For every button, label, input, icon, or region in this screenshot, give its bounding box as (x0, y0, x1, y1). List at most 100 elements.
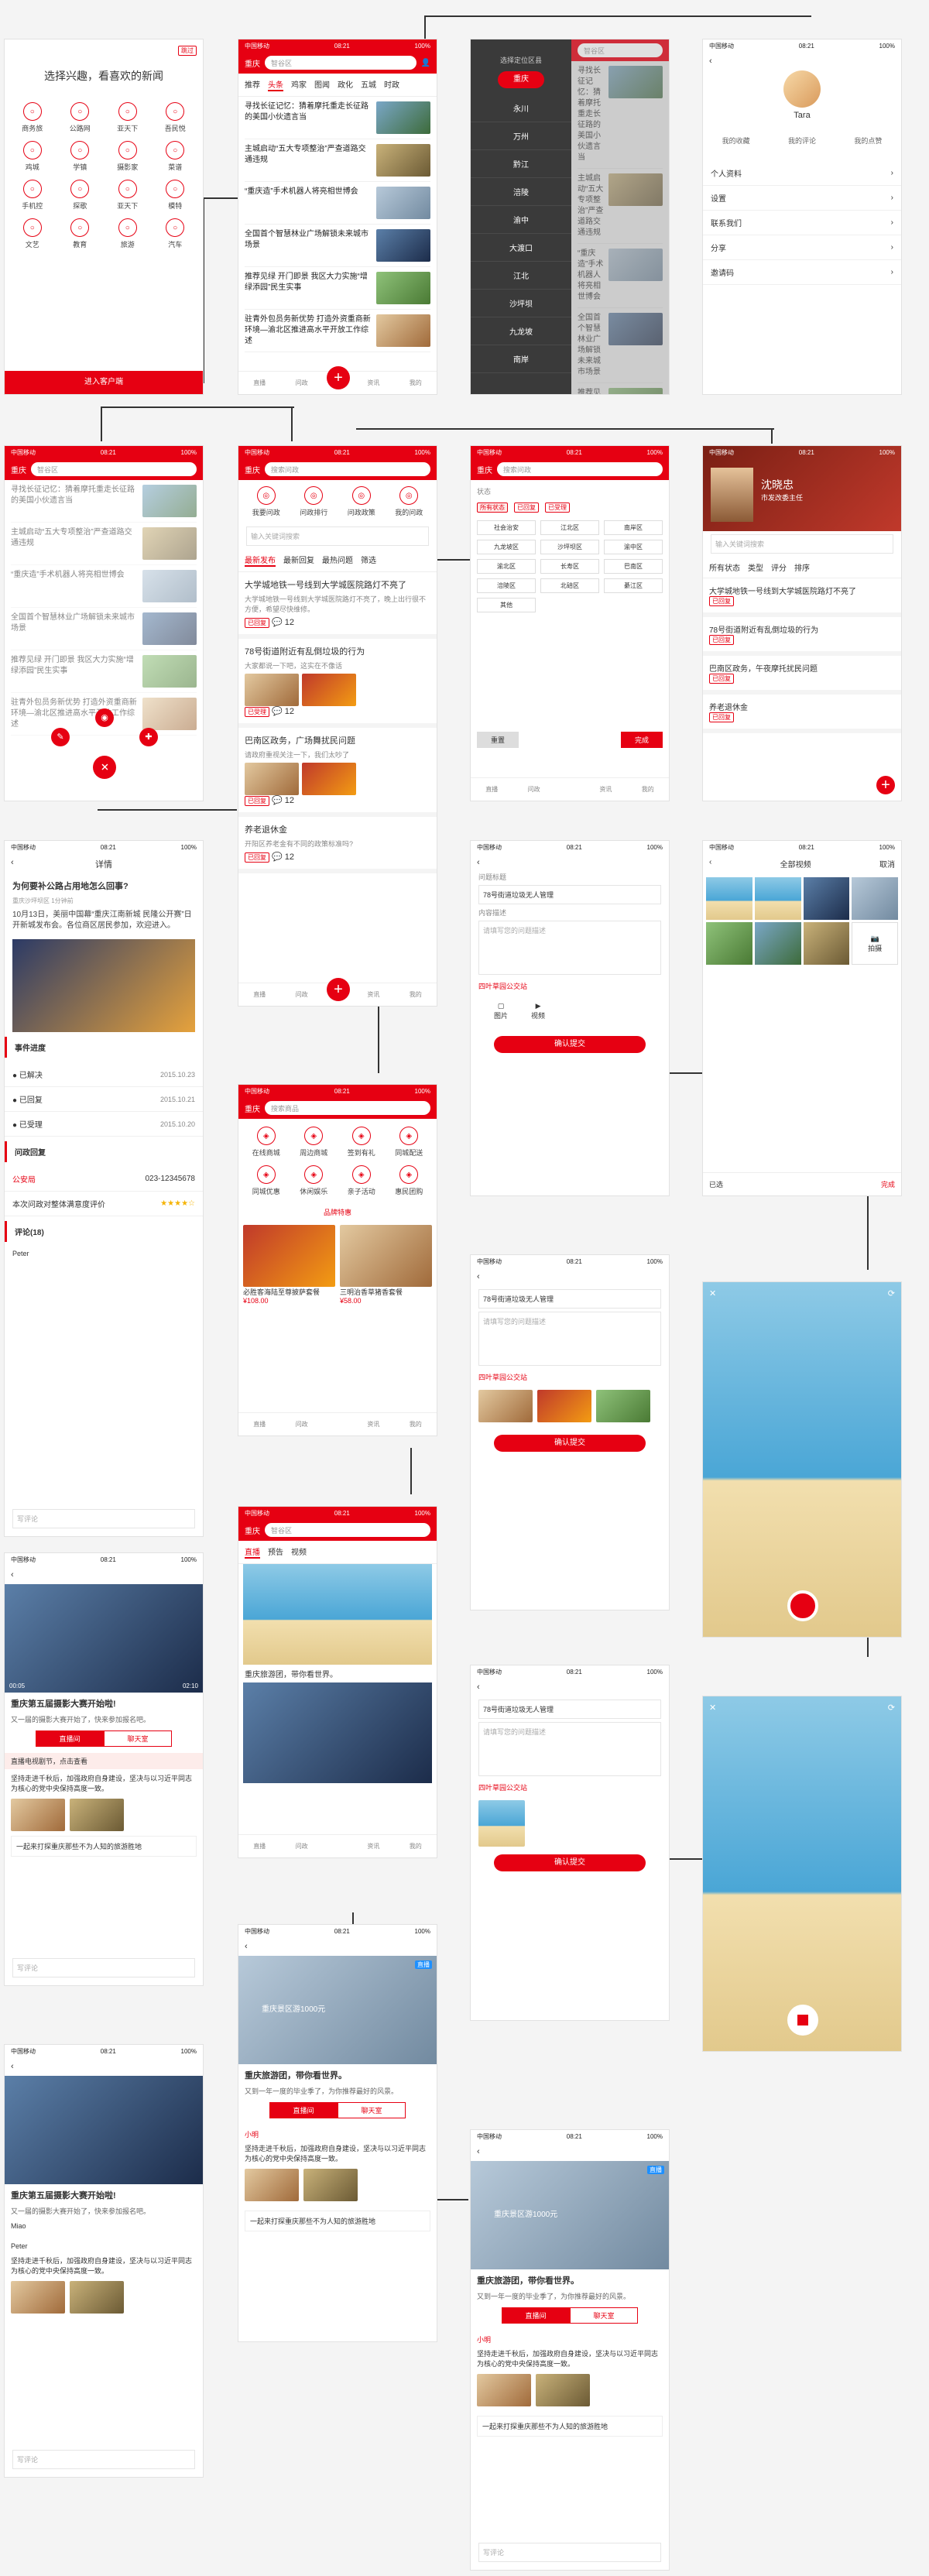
reset-button[interactable]: 重置 (477, 732, 519, 748)
submit-button[interactable]: 确认提交 (494, 1854, 646, 1871)
post-item[interactable]: 78号街道附近有乱倒垃圾的行为 大家都说一下吧，这实在不像话 已受理 💬 12 (238, 639, 437, 728)
shop-category[interactable]: ◈ 同城配送 (389, 1127, 430, 1158)
state-option[interactable]: 所有状态 (477, 503, 508, 513)
add-button[interactable]: + (327, 366, 350, 389)
menu-item[interactable]: 联系我们 › (703, 211, 901, 235)
menu-item[interactable]: 分享 › (703, 235, 901, 260)
category-item[interactable]: ◎ 我的问政 (389, 486, 430, 517)
post-item[interactable]: 巴南区政务，午夜摩托扰民问题 已回复 (703, 656, 901, 695)
filter-tab[interactable]: 最新发布 (245, 554, 276, 567)
back-icon[interactable]: ‹ (11, 858, 14, 867)
back-icon[interactable]: ‹ (709, 858, 711, 870)
camera-icon[interactable]: ◉ (95, 708, 114, 727)
search-input[interactable]: 智谷区 (265, 56, 417, 70)
menu-item[interactable]: 个人资料 › (703, 161, 901, 186)
room-tab[interactable]: 直播间 (269, 2102, 338, 2118)
filter-option[interactable]: 其他 (477, 598, 536, 612)
live-banner[interactable]: 直播 重庆景区游1000元 (471, 2161, 669, 2269)
interest-item[interactable]: ○ 教育 (60, 218, 101, 249)
filter-tab[interactable]: 筛选 (361, 554, 376, 567)
interest-item[interactable]: ○ 文艺 (12, 218, 53, 249)
district-item[interactable]: 南岸 (471, 345, 571, 373)
room-tab[interactable]: 聊天室 (104, 1730, 172, 1747)
search-input[interactable]: 搜索问政 (265, 462, 430, 476)
shop-category[interactable]: ◈ 休闲娱乐 (294, 1165, 334, 1196)
news-item[interactable]: 主城启动“五大专项整治”严查道路交通违规 (245, 139, 430, 182)
comment-input[interactable]: 写评论 (12, 1958, 195, 1977)
news-item[interactable]: 推荐见绿 开门即景 我区大力实施“增绿添园”民生实事 (11, 650, 197, 693)
filter-option[interactable]: 九龙坡区 (477, 540, 536, 554)
close-icon[interactable]: ✕ (709, 1288, 716, 1298)
interest-item[interactable]: ○ 吾民悦 (156, 102, 196, 133)
keyword-search[interactable]: 输入关键词搜索 (711, 534, 893, 554)
channel-tab[interactable]: 头条 (268, 78, 283, 91)
profile-stat[interactable]: 我的收藏 (722, 135, 750, 146)
back-icon[interactable]: ‹ (471, 1267, 669, 1286)
notice-bar[interactable]: 直播电视剧节，点击查看 (5, 1753, 203, 1769)
video-thumb[interactable] (478, 1800, 525, 1847)
news-item[interactable]: “重庆造”手术机器人将亮相世博会 (245, 182, 430, 225)
filter-tab[interactable]: 评分 (771, 561, 787, 573)
live-thumb[interactable] (243, 1682, 432, 1783)
filter-tab[interactable]: 所有状态 (709, 561, 740, 573)
filter-option[interactable]: 长寿区 (540, 559, 599, 574)
interest-item[interactable]: ○ 学镇 (60, 141, 101, 172)
back-icon[interactable]: ‹ (703, 52, 901, 70)
news-item[interactable]: 寻找长征记忆：猜着摩托重走长征路的美国小伙遗言当 (11, 480, 197, 523)
shop-category[interactable]: ◈ 周边商城 (294, 1127, 334, 1158)
close-fab-button[interactable]: + (87, 750, 122, 784)
interest-item[interactable]: ○ 手机控 (12, 180, 53, 211)
filter-option[interactable]: 綦江区 (604, 578, 663, 593)
news-item[interactable]: 全国首个智慧林业广场解锁未来城市场景 (11, 608, 197, 650)
interest-item[interactable]: ○ 商务旅 (12, 102, 53, 133)
submit-button[interactable]: 确认提交 (494, 1435, 646, 1452)
add-button[interactable]: + (327, 978, 350, 1001)
district-item[interactable]: 黔江 (471, 150, 571, 178)
title-input[interactable]: 78号街道垃圾无人管理 (478, 1289, 661, 1309)
interest-item[interactable]: ○ 旅游 (108, 218, 148, 249)
state-option[interactable]: 已回复 (514, 503, 539, 513)
user-icon[interactable]: 👤 (421, 59, 430, 67)
shop-category[interactable]: ◈ 同城优惠 (246, 1165, 286, 1196)
filter-option[interactable]: 巴南区 (604, 559, 663, 574)
back-icon[interactable]: ‹ (5, 2057, 203, 2076)
news-item[interactable]: “重庆造”手术机器人将亮相世博会 (578, 244, 663, 308)
interest-item[interactable]: ○ 亚天下 (108, 102, 148, 133)
room-tab[interactable]: 直播间 (36, 1730, 104, 1747)
shared-link[interactable]: 一起来打探重庆那些不为人知的旅游胜地 (11, 1836, 197, 1857)
live-thumb[interactable] (243, 1564, 432, 1665)
filter-tab[interactable]: 最热问题 (322, 554, 353, 567)
room-tab[interactable]: 直播间 (502, 2307, 570, 2324)
nav-item[interactable]: 问政 (296, 379, 308, 387)
comment-input[interactable]: 写评论 (12, 1509, 195, 1528)
shop-item[interactable]: 三明治香草猪香套餐 ¥58.00 (340, 1225, 432, 1305)
interest-item[interactable]: ○ 摄影家 (108, 141, 148, 172)
post-item[interactable]: 78号街道附近有乱倒垃圾的行为 已回复 (703, 617, 901, 656)
news-item[interactable]: “重庆造”手术机器人将亮相世博会 (11, 565, 197, 608)
enter-client-button[interactable]: 进入客户端 (5, 371, 203, 394)
category-item[interactable]: ◎ 问政政策 (341, 486, 382, 517)
back-icon[interactable]: ‹ (471, 2142, 669, 2161)
shop-item[interactable]: 必胜客海陆至尊披萨套餐 ¥108.00 (243, 1225, 335, 1305)
skip-button[interactable]: 跳过 (178, 46, 197, 56)
switch-camera-icon[interactable]: ⟳ (888, 1703, 895, 1713)
room-tab[interactable]: 聊天室 (338, 2102, 406, 2118)
live-banner[interactable]: 直播 重庆景区游1000元 (238, 1956, 437, 2064)
profile-stat[interactable]: 我的点赞 (854, 135, 882, 146)
back-icon[interactable]: ‹ (471, 1678, 669, 1696)
filter-option[interactable]: 渝北区 (477, 559, 536, 574)
district-item[interactable]: 涪陵 (471, 178, 571, 206)
news-item[interactable]: 主城启动“五大专项整治”严查道路交通违规 (11, 523, 197, 565)
post-item[interactable]: 大学城地铁一号线到大学城医院路灯不亮了 已回复 (703, 578, 901, 617)
video-player[interactable]: 00:05 02:10 (5, 1584, 203, 1693)
channel-tab[interactable]: 推荐 (245, 78, 260, 91)
live-tab[interactable]: 直播 (245, 1545, 260, 1559)
submit-button[interactable]: 确认提交 (494, 1036, 646, 1053)
channel-tab[interactable]: 鸡家 (291, 78, 307, 91)
edit-icon[interactable]: ✚ (139, 728, 158, 746)
back-icon[interactable]: ‹ (5, 1566, 203, 1584)
filter-option[interactable]: 社会治安 (477, 520, 536, 535)
interest-item[interactable]: ○ 模特 (156, 180, 196, 211)
filter-option[interactable]: 江北区 (540, 520, 599, 535)
promo-banner[interactable]: 品牌特惠 (238, 1204, 437, 1220)
